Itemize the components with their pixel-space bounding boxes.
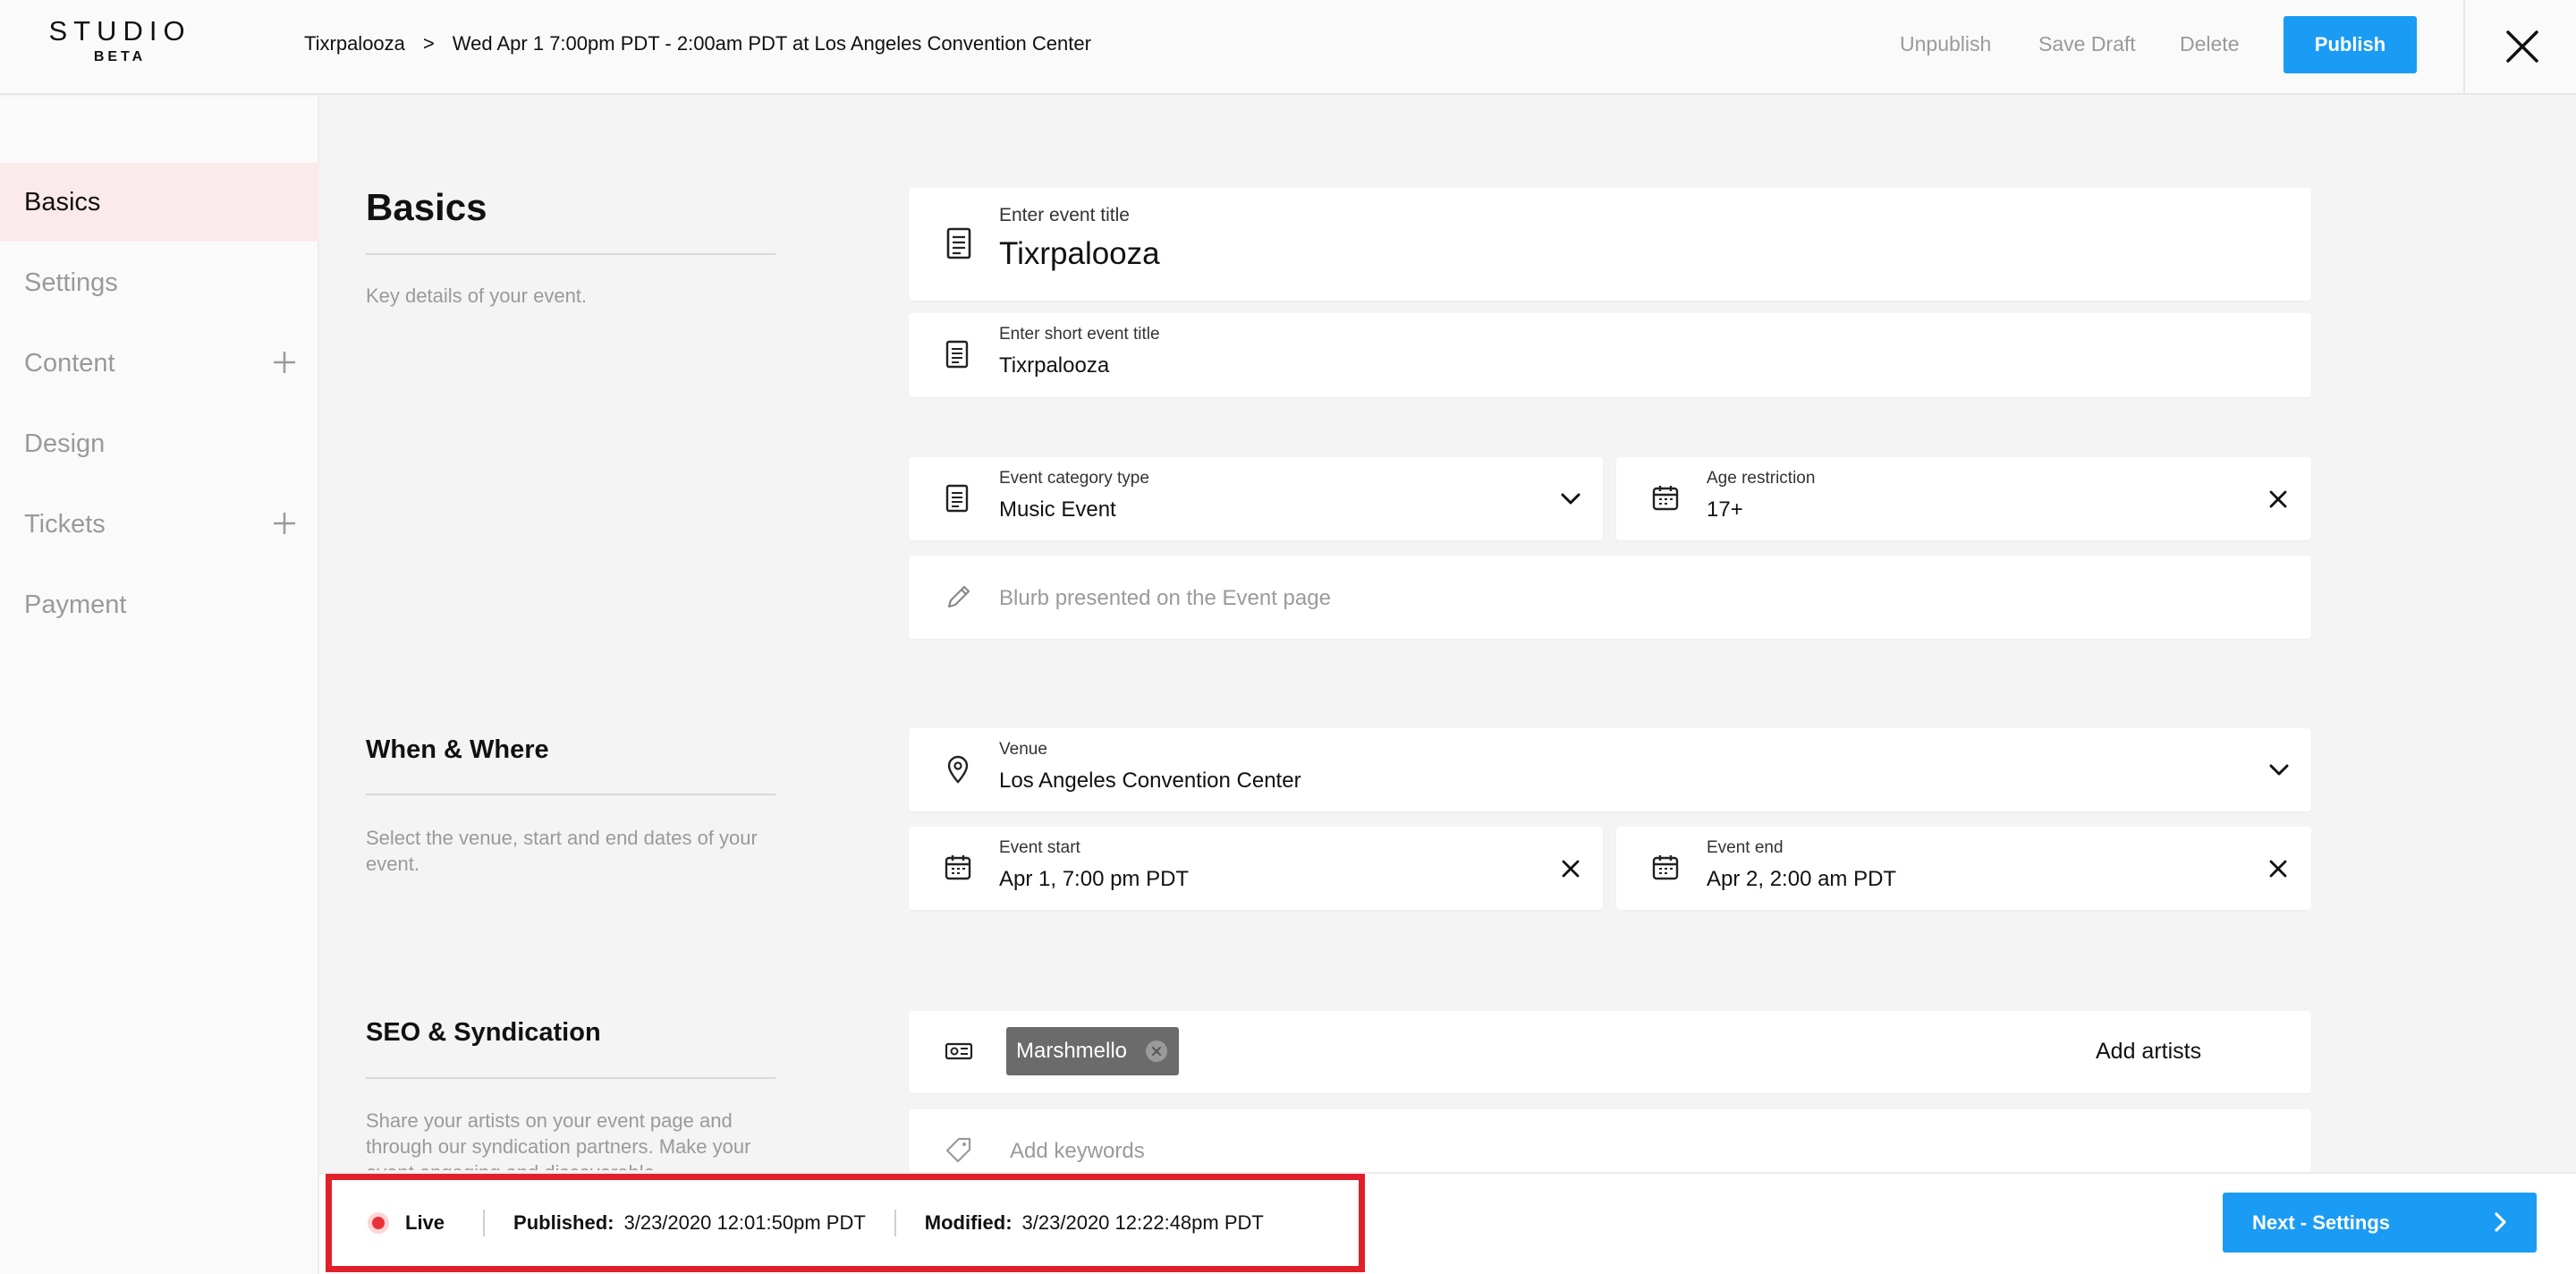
when-where-section-title: When & Where xyxy=(366,735,549,764)
age-restriction-label: Age restriction xyxy=(1707,469,1816,488)
add-artists-input[interactable]: Add artists xyxy=(2096,1039,2201,1065)
event-title-label: Enter event title xyxy=(999,205,1130,225)
delete-button[interactable]: Delete xyxy=(2180,32,2239,56)
clear-end-icon[interactable] xyxy=(2266,856,2291,881)
sidebar: Basics Settings Content Design Tickets P… xyxy=(0,97,319,1274)
basics-section-rule xyxy=(366,253,775,255)
event-title-field[interactable]: Enter event title Tixrpalooza xyxy=(909,188,2311,301)
sidebar-item-label: Tickets xyxy=(24,509,106,539)
seo-section-rule xyxy=(366,1077,775,1079)
document-icon xyxy=(945,484,973,513)
add-content-icon[interactable] xyxy=(271,349,298,376)
breadcrumb: Tixrpalooza > Wed Apr 1 7:00pm PDT - 2:0… xyxy=(304,32,1091,55)
artist-tag[interactable]: Marshmello xyxy=(1006,1027,1180,1075)
sidebar-item-label: Payment xyxy=(24,590,127,619)
keywords-placeholder: Add keywords xyxy=(1010,1139,1145,1163)
clear-age-icon[interactable] xyxy=(2266,487,2291,512)
chevron-right-icon xyxy=(2488,1210,2512,1234)
sidebar-item-label: Settings xyxy=(24,268,118,297)
artists-field[interactable]: Marshmello Add artists xyxy=(909,1011,2311,1093)
ticket-icon xyxy=(945,1038,973,1066)
blurb-field[interactable]: Blurb presented on the Event page xyxy=(909,556,2311,639)
event-start-value[interactable]: Apr 1, 7:00 pm PDT xyxy=(999,867,1189,892)
event-start-label: Event start xyxy=(999,838,1080,857)
basics-section-description: Key details of your event. xyxy=(366,285,588,307)
live-status: Live xyxy=(405,1211,445,1234)
calendar-icon xyxy=(945,854,973,882)
document-icon xyxy=(945,227,973,259)
clear-start-icon[interactable] xyxy=(1558,856,1583,881)
published-timestamp: 3/23/2020 12:01:50pm PDT xyxy=(623,1211,866,1234)
event-category-value: Music Event xyxy=(999,497,1116,522)
save-draft-button[interactable]: Save Draft xyxy=(2038,32,2136,56)
artist-tag-label: Marshmello xyxy=(1016,1039,1128,1063)
breadcrumb-event[interactable]: Tixrpalooza xyxy=(304,32,405,55)
event-category-select[interactable]: Event category type Music Event xyxy=(909,457,1603,540)
when-where-section-rule xyxy=(366,794,775,795)
logo-tag: BETA xyxy=(93,49,147,64)
short-title-value[interactable]: Tixrpalooza xyxy=(999,353,1109,378)
unpublish-button[interactable]: Unpublish xyxy=(1900,32,1991,56)
event-start-field[interactable]: Event start Apr 1, 7:00 pm PDT xyxy=(909,827,1603,910)
event-end-field[interactable]: Event end Apr 2, 2:00 am PDT xyxy=(1616,827,2311,910)
event-end-value[interactable]: Apr 2, 2:00 am PDT xyxy=(1707,867,1896,892)
venue-label: Venue xyxy=(999,740,1047,759)
document-icon xyxy=(945,340,973,369)
next-button-label: Next - Settings xyxy=(2252,1210,2391,1234)
sidebar-item-payment[interactable]: Payment xyxy=(0,565,319,644)
status-divider xyxy=(483,1210,486,1236)
status-divider xyxy=(894,1210,896,1236)
keywords-field[interactable]: Add keywords xyxy=(909,1109,2311,1172)
remove-artist-icon[interactable] xyxy=(1145,1040,1168,1063)
seo-section-title: SEO & Syndication xyxy=(366,1018,601,1047)
top-bar: STUDIO BETA Tixrpalooza > Wed Apr 1 7:00… xyxy=(0,0,2576,95)
pencil-icon xyxy=(945,582,973,611)
age-restriction-field[interactable]: Age restriction 17+ xyxy=(1616,457,2311,540)
basics-section-title: Basics xyxy=(366,186,487,228)
breadcrumb-separator: > xyxy=(422,32,435,55)
event-category-label: Event category type xyxy=(999,469,1149,488)
sidebar-item-basics[interactable]: Basics xyxy=(0,163,319,242)
location-pin-icon xyxy=(945,755,973,784)
venue-value: Los Angeles Convention Center xyxy=(999,769,1301,793)
live-indicator-icon xyxy=(368,1212,389,1234)
chevron-down-icon[interactable] xyxy=(2267,758,2292,783)
sidebar-item-label: Basics xyxy=(24,187,101,217)
sidebar-item-label: Design xyxy=(24,429,106,458)
chevron-down-icon[interactable] xyxy=(1558,487,1583,512)
breadcrumb-occurrence: Wed Apr 1 7:00pm PDT - 2:00am PDT at Los… xyxy=(452,32,1091,55)
published-label: Published: xyxy=(513,1211,614,1234)
publish-status-bar: Live Published: 3/23/2020 12:01:50pm PDT… xyxy=(326,1174,1365,1272)
age-restriction-value[interactable]: 17+ xyxy=(1707,497,1743,522)
next-settings-button[interactable]: Next - Settings xyxy=(2223,1193,2537,1253)
modified-label: Modified: xyxy=(924,1211,1013,1234)
when-where-section-description: Select the venue, start and end dates of… xyxy=(366,827,758,875)
close-icon[interactable] xyxy=(2501,25,2544,68)
sidebar-item-tickets[interactable]: Tickets xyxy=(0,485,319,564)
studio-logo[interactable]: STUDIO BETA xyxy=(39,16,200,66)
short-title-label: Enter short event title xyxy=(999,325,1160,344)
sidebar-item-settings[interactable]: Settings xyxy=(0,243,319,322)
sidebar-item-label: Content xyxy=(24,348,115,378)
calendar-icon xyxy=(1652,484,1681,513)
event-title-value[interactable]: Tixrpalooza xyxy=(999,236,1160,272)
seo-section-description: Share your artists on your event page an… xyxy=(366,1109,751,1170)
top-divider xyxy=(2463,0,2465,95)
sidebar-item-design[interactable]: Design xyxy=(0,404,319,483)
venue-select[interactable]: Venue Los Angeles Convention Center xyxy=(909,728,2311,811)
blurb-placeholder: Blurb presented on the Event page xyxy=(999,586,1331,610)
event-end-label: Event end xyxy=(1707,838,1784,857)
modified-timestamp: 3/23/2020 12:22:48pm PDT xyxy=(1021,1211,1264,1234)
sidebar-item-content[interactable]: Content xyxy=(0,324,319,403)
calendar-icon xyxy=(1652,854,1681,882)
short-title-field[interactable]: Enter short event title Tixrpalooza xyxy=(909,313,2311,397)
tag-icon xyxy=(945,1136,973,1165)
add-ticket-icon[interactable] xyxy=(271,510,298,537)
logo-name: STUDIO xyxy=(48,15,191,47)
publish-button[interactable]: Publish xyxy=(2284,16,2417,73)
